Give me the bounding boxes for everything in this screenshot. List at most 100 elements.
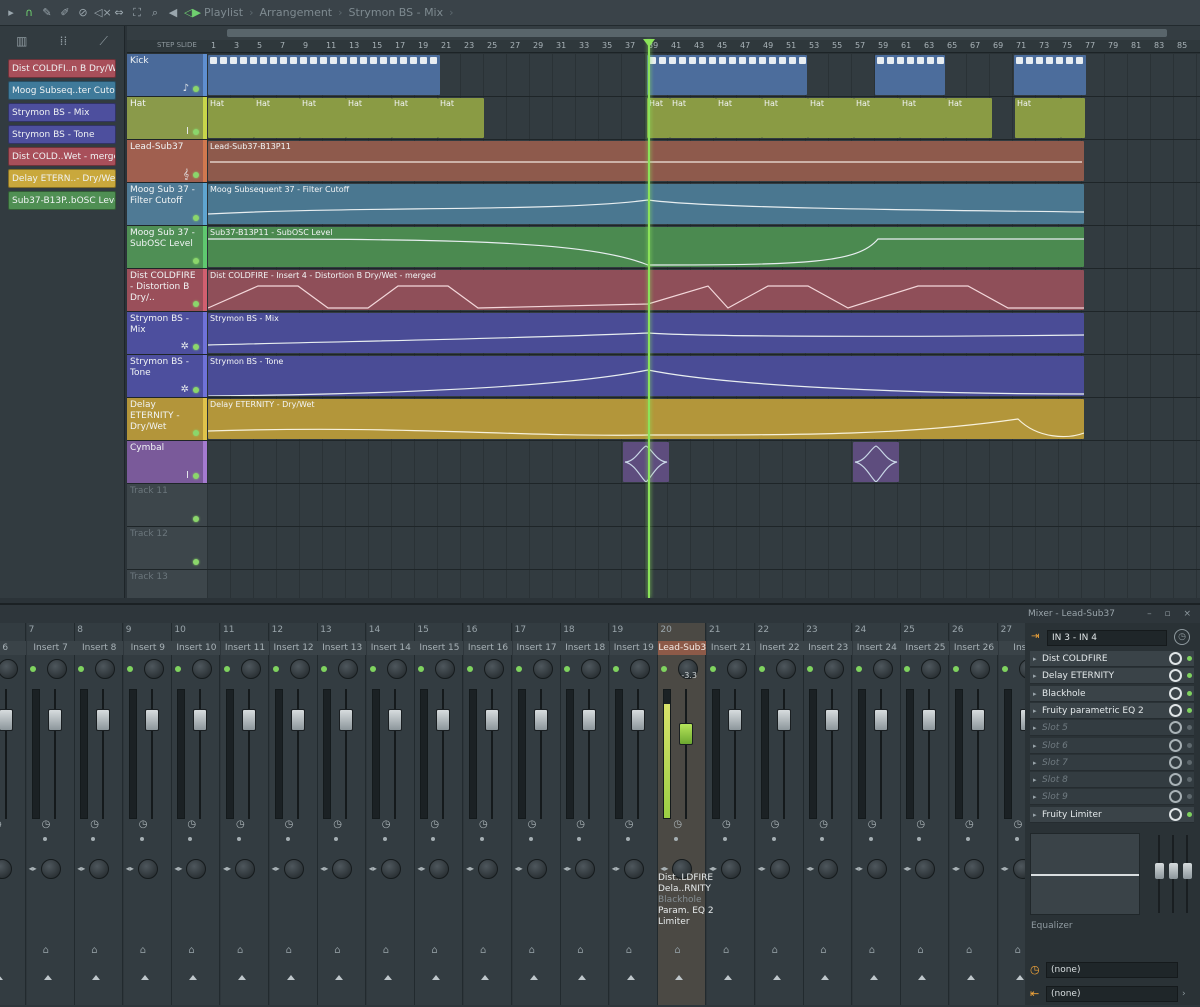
playlist-clip[interactable]	[875, 55, 945, 95]
clip-source-item[interactable]: Dist COLDFI..n B Dry/Wet	[8, 59, 116, 78]
pan-knob[interactable]	[289, 659, 310, 679]
strip-name[interactable]: Insert 8	[75, 641, 124, 655]
playlist-clip[interactable]: Hat	[1015, 98, 1061, 138]
stereo-separation-knob[interactable]	[915, 859, 936, 879]
expand-triangle-icon[interactable]: ▸	[1033, 686, 1037, 702]
mute-icon[interactable]: ◁×	[94, 6, 112, 20]
track-header[interactable]: Cymbal I	[127, 441, 203, 483]
slip-icon[interactable]: ⇔	[112, 6, 126, 20]
strip-name[interactable]: Insert 22	[755, 641, 804, 655]
stereo-separation-knob[interactable]	[89, 859, 110, 879]
pan-knob[interactable]	[192, 659, 213, 679]
route-icon[interactable]: ⌂	[820, 945, 826, 956]
mixer-strip[interactable]: 8 Insert 8 ◷ ◂▸ ⌂	[75, 623, 124, 1005]
volume-fader[interactable]	[922, 709, 937, 731]
volume-fader[interactable]	[96, 709, 111, 731]
mixer-strip[interactable]: 10 Insert 10 ◷ ◂▸ ⌂	[172, 623, 221, 1005]
strip-enable-led[interactable]	[369, 666, 376, 672]
volume-fader[interactable]	[533, 709, 548, 731]
strip-name[interactable]: Insert 17	[512, 641, 561, 655]
playlist-clip[interactable]	[1014, 55, 1086, 95]
volume-fader[interactable]	[630, 709, 645, 731]
latency-clock-icon[interactable]: ◷	[42, 819, 51, 830]
expand-triangle-icon[interactable]: ▸	[1033, 755, 1037, 771]
latency-clock-icon[interactable]: ◷	[1174, 629, 1190, 645]
latency-clock-icon[interactable]: ◷	[285, 819, 294, 830]
mixer-strip[interactable]: 14 Insert 14 ◷ ◂▸ ⌂	[366, 623, 415, 1005]
playlist-clip[interactable]: Hat	[647, 98, 670, 138]
route-icon[interactable]: ⌂	[237, 945, 243, 956]
track-mute-led[interactable]	[193, 473, 199, 479]
playlist-clip[interactable]: Strymon BS - Mix	[208, 313, 1084, 353]
send-arrow-icon[interactable]	[918, 975, 927, 980]
expand-triangle-icon[interactable]: ▸	[1033, 668, 1037, 684]
pan-knob[interactable]	[581, 659, 602, 679]
pan-knob[interactable]	[629, 659, 650, 679]
latency-clock-icon[interactable]: ◷	[625, 819, 634, 830]
pan-knob[interactable]	[338, 659, 359, 679]
track-lane[interactable]	[208, 441, 1200, 483]
track-header[interactable]: Moog Sub 37 - SubOSC Level	[127, 226, 203, 268]
slot-enable-led[interactable]	[1187, 777, 1192, 783]
expand-triangle-icon[interactable]: ▸	[1033, 738, 1037, 754]
route-icon[interactable]: ⌂	[43, 945, 49, 956]
effect-slot[interactable]: ▸ Slot 6	[1030, 737, 1194, 754]
track-mute-led[interactable]	[193, 172, 199, 178]
stereo-separation-knob[interactable]	[769, 859, 790, 879]
strip-name[interactable]: Insert 18	[561, 641, 610, 655]
stereo-separation-knob[interactable]	[40, 859, 61, 879]
send-arrow-icon[interactable]	[189, 975, 198, 980]
strip-enable-led[interactable]	[175, 666, 182, 672]
track-lane[interactable]: Moog Subsequent 37 - Filter Cutoff	[208, 183, 1200, 225]
playlist-clip[interactable]: Sub37-B13P11 - SubOSC Level	[208, 227, 1084, 267]
latency-clock-icon[interactable]: ◷	[90, 819, 99, 830]
strip-name[interactable]: Insert 7	[26, 641, 75, 655]
strip-name[interactable]: Insert 16	[464, 641, 512, 655]
track-header[interactable]: Delay ETERNITY - Dry/Wet	[127, 398, 203, 440]
playhead[interactable]	[648, 40, 650, 598]
route-icon[interactable]: ⌂	[917, 945, 923, 956]
mixer-strip[interactable]: 21 Insert 21 ◷ ◂▸ ⌂	[707, 623, 755, 1005]
stereo-separation-knob[interactable]	[283, 859, 304, 879]
route-icon[interactable]: ⌂	[772, 945, 778, 956]
track-header[interactable]: Strymon BS - Mix ✲	[127, 312, 203, 354]
strip-name[interactable]: t 6	[0, 641, 26, 655]
strip-enable-led[interactable]	[78, 666, 85, 672]
insert-effect-name[interactable]: Param. EQ 2	[658, 906, 714, 917]
stereo-separation-knob[interactable]	[332, 859, 353, 879]
latency-clock-icon[interactable]: ◷	[0, 819, 2, 830]
mixer-strip[interactable]: 20 Lead-Sub37 ◷ ◂▸ ⌂ -3.3	[658, 623, 707, 1005]
insert-effect-name[interactable]: Limiter	[658, 917, 714, 928]
playlist-clip[interactable]: Hat	[300, 98, 346, 138]
playlist-clip[interactable]	[623, 442, 669, 482]
strip-name[interactable]: Insert 15	[415, 641, 464, 655]
pan-knob[interactable]	[824, 659, 845, 679]
insert-effect-name[interactable]: Dela..RNITY	[658, 884, 714, 895]
slot-enable-led[interactable]	[1187, 690, 1192, 696]
track-lane[interactable]: Strymon BS - Tone	[208, 355, 1200, 397]
route-icon[interactable]: ⌂	[674, 945, 680, 956]
latency-clock-icon[interactable]: ◷	[819, 819, 828, 830]
playlist-clip[interactable]: Delay ETERNITY - Dry/Wet	[208, 399, 1084, 439]
window-controls-icon[interactable]: – ▫ ×	[1147, 605, 1196, 623]
mixer-strip[interactable]: 11 Insert 11 ◷ ◂▸ ⌂	[221, 623, 269, 1005]
insert-effect-name[interactable]: Blackhole	[658, 895, 714, 906]
track-header[interactable]: Dist COLDFIRE - Distortion B Dry/..	[127, 269, 203, 311]
strip-enable-led[interactable]	[661, 666, 668, 672]
effect-slot[interactable]: ▸ Slot 5	[1030, 720, 1194, 737]
strip-enable-led[interactable]	[29, 666, 36, 672]
swap-channels-icon[interactable]: ◂▸	[272, 864, 280, 873]
volume-fader[interactable]	[873, 709, 888, 731]
swap-channels-icon[interactable]: ◂▸	[709, 864, 717, 873]
mixer-strip[interactable]: 18 Insert 18 ◷ ◂▸ ⌂	[561, 623, 610, 1005]
swap-channels-icon[interactable]: ◂▸	[466, 864, 474, 873]
stereo-separation-knob[interactable]	[137, 859, 158, 879]
eq-band-fader[interactable]	[1169, 863, 1178, 879]
strip-enable-led[interactable]	[1001, 666, 1008, 672]
stereo-separation-knob[interactable]	[526, 859, 547, 879]
track-mute-led[interactable]	[193, 516, 199, 522]
playlist-clip[interactable]: Hat	[254, 98, 300, 138]
slot-enable-led[interactable]	[1187, 742, 1192, 748]
route-icon[interactable]: ⌂	[480, 945, 486, 956]
output-select[interactable]: (none)	[1046, 986, 1178, 1002]
